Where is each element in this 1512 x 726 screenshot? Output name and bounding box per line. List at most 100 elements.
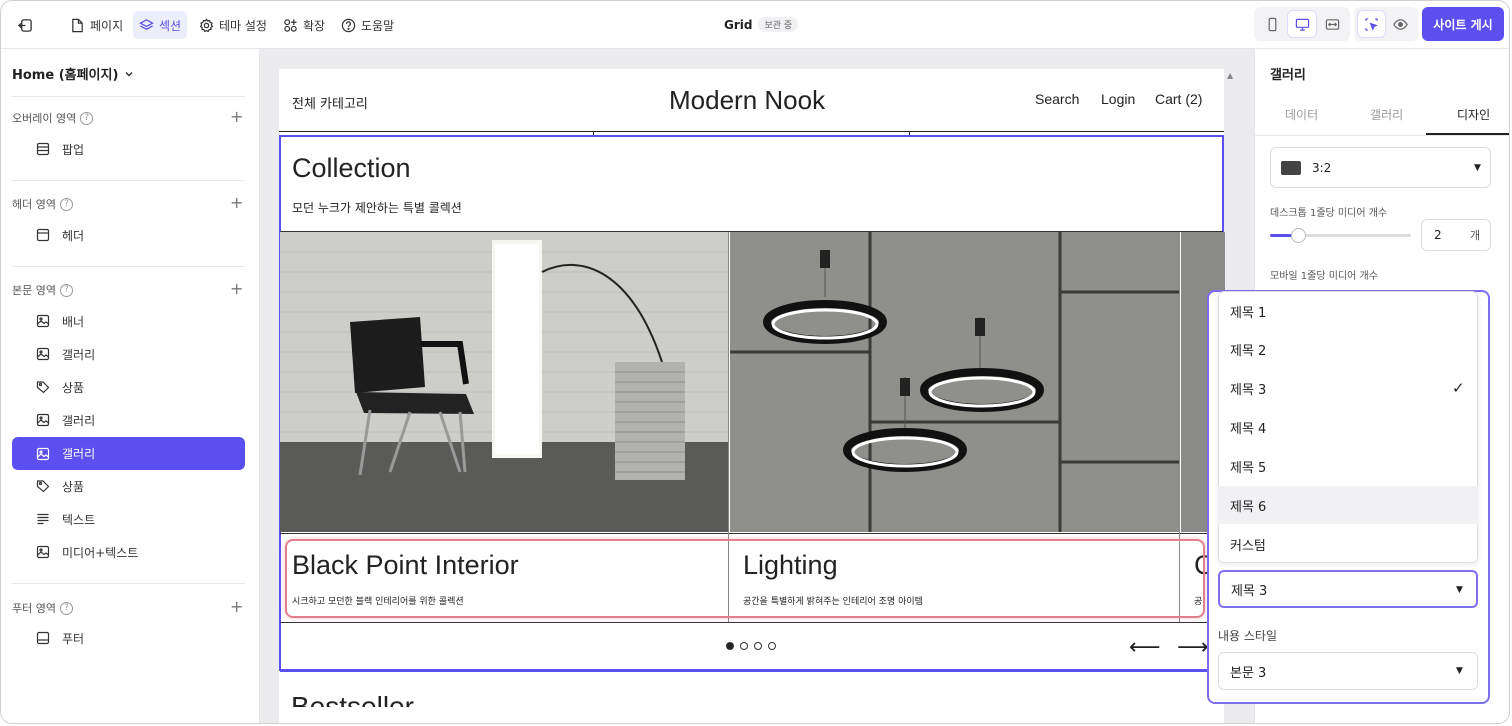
page-icon <box>72 18 83 32</box>
caret-down-icon: ▼ <box>1456 585 1463 595</box>
slider-handle[interactable] <box>1291 228 1307 243</box>
help-icon[interactable]: ? <box>80 111 94 125</box>
content-style-select[interactable]: 본문 3 ▼ <box>1218 652 1478 690</box>
sidebar-item-gallery-selected[interactable]: 갤러리 <box>12 437 245 470</box>
desktop-view-button[interactable] <box>1288 11 1316 37</box>
divider <box>1255 135 1509 136</box>
nav-sections[interactable]: 섹션 <box>133 11 188 39</box>
tag-icon <box>36 381 50 394</box>
mobile-view-button[interactable] <box>1258 11 1286 37</box>
nav-extensions[interactable]: 확장 <box>277 11 331 39</box>
mobile-icon <box>1268 17 1276 31</box>
add-footer-button[interactable]: + <box>230 599 243 615</box>
cart-link[interactable]: Cart (2) <box>1155 91 1202 107</box>
carousel-dots <box>726 642 776 650</box>
divider <box>12 180 245 181</box>
apps-icon <box>284 18 297 32</box>
fit-view-button[interactable] <box>1318 11 1346 37</box>
option-heading-2[interactable]: 제목 2 <box>1218 330 1478 368</box>
desktop-icon <box>1295 18 1309 31</box>
help-icon[interactable]: ? <box>59 197 73 211</box>
sidebar-item-product[interactable]: 상품 <box>12 371 245 403</box>
header-icon <box>36 228 50 242</box>
device-toggle <box>1254 7 1350 41</box>
site-brand[interactable]: Modern Nook <box>669 85 825 116</box>
ratio-swatch-icon <box>1281 160 1301 175</box>
option-custom[interactable]: 커스텀 <box>1218 525 1478 563</box>
option-heading-3[interactable]: 제목 3 <box>1218 369 1478 407</box>
next-arrow-icon[interactable]: ⟶ <box>1177 635 1207 660</box>
sidebar-item-header[interactable]: 헤더 <box>12 219 245 251</box>
pendant-lights-photo <box>730 232 1180 532</box>
eye-icon <box>1393 18 1408 30</box>
image-icon <box>36 447 50 460</box>
add-body-section-button[interactable]: + <box>230 281 243 297</box>
bestseller-heading: Bestseller <box>291 691 414 707</box>
sidebar-item-media-text[interactable]: 미디어+텍스트 <box>12 536 245 568</box>
tab-data[interactable]: 데이터 <box>1285 106 1318 123</box>
divider <box>280 533 1223 534</box>
body-area-header: 본문 영역? <box>12 282 73 298</box>
carousel-dot[interactable] <box>754 642 762 650</box>
image-icon <box>36 347 50 361</box>
sidebar-item-text[interactable]: 텍스트 <box>12 503 245 535</box>
publish-button[interactable]: 사이트 게시 <box>1422 7 1504 41</box>
exit-icon <box>18 18 32 32</box>
image-icon <box>36 545 50 559</box>
carousel-dot[interactable] <box>726 642 734 650</box>
option-heading-6[interactable]: 제목 6 <box>1218 486 1478 524</box>
selected-heading-highlight <box>285 539 1205 618</box>
header-area-header: 헤더 영역? <box>12 196 73 212</box>
footer-icon <box>36 631 50 645</box>
page-selector-label: Home (홈페이지) <box>12 68 119 83</box>
option-heading-1[interactable]: 제목 1 <box>1218 292 1478 330</box>
prev-arrow-icon[interactable]: ⟵ <box>1129 635 1161 660</box>
add-header-button[interactable]: + <box>230 195 243 211</box>
sidebar-item-gallery[interactable]: 갤러리 <box>12 338 245 370</box>
status-badge: 보관 중 <box>758 17 799 32</box>
heading-style-select[interactable]: 제목 3 ▼ <box>1218 570 1478 608</box>
gallery-image-black-interior[interactable] <box>280 232 728 532</box>
expand-width-icon <box>1325 18 1339 30</box>
desktop-count-input[interactable]: 2 개 <box>1421 219 1491 251</box>
popup-icon <box>36 142 50 156</box>
collection-subtitle: 모던 누크가 제안하는 특별 콜렉션 <box>292 201 462 215</box>
tag-icon <box>36 480 50 493</box>
help-icon[interactable]: ? <box>59 601 73 615</box>
site-name: Grid <box>724 17 753 32</box>
nav-theme-settings[interactable]: 테마 설정 <box>193 11 273 39</box>
nav-pages[interactable]: 페이지 <box>64 11 129 39</box>
all-categories-link[interactable]: 전체 카테고리 <box>292 93 368 112</box>
divider <box>280 622 1223 623</box>
app-window: 페이지 섹션 테마 설정 확장 도움말 Grid 보관 중 사이트 게시 Hom… <box>0 0 1510 724</box>
nav-help[interactable]: 도움말 <box>335 11 400 39</box>
search-link[interactable]: Search <box>1035 91 1079 107</box>
login-link[interactable]: Login <box>1101 91 1135 107</box>
help-icon[interactable]: ? <box>59 283 73 297</box>
divider <box>12 96 245 97</box>
chevron-down-icon <box>125 71 133 77</box>
option-heading-5[interactable]: 제목 5 <box>1218 447 1478 485</box>
scroll-up-icon[interactable]: ▲ <box>1227 71 1235 80</box>
cursor-select-icon <box>1365 17 1378 31</box>
tab-gallery[interactable]: 갤러리 <box>1370 106 1403 123</box>
tab-design[interactable]: 디자인 <box>1457 106 1490 123</box>
sidebar-item-gallery[interactable]: 갤러리 <box>12 404 245 436</box>
ratio-select[interactable]: 3:2 ▼ <box>1270 147 1491 188</box>
site-title: Grid 보관 중 <box>724 17 799 32</box>
option-heading-4[interactable]: 제목 4 <box>1218 408 1478 446</box>
exit-button[interactable] <box>12 11 39 39</box>
page-selector[interactable]: Home (홈페이지) <box>12 64 134 83</box>
carousel-dot[interactable] <box>768 642 776 650</box>
caret-down-icon: ▼ <box>1474 163 1481 173</box>
gallery-image-lighting[interactable] <box>730 232 1180 532</box>
sidebar-item-banner[interactable]: 배너 <box>12 305 245 337</box>
preview-mode-button[interactable] <box>1387 11 1414 37</box>
sidebar-item-footer[interactable]: 푸터 <box>12 622 245 654</box>
select-mode-button[interactable] <box>1358 11 1385 37</box>
carousel-dot[interactable] <box>740 642 748 650</box>
gear-icon <box>199 17 214 32</box>
sidebar-item-product[interactable]: 상품 <box>12 470 245 502</box>
sidebar-item-popup[interactable]: 팝업 <box>12 133 245 165</box>
add-overlay-button[interactable]: + <box>230 109 243 125</box>
